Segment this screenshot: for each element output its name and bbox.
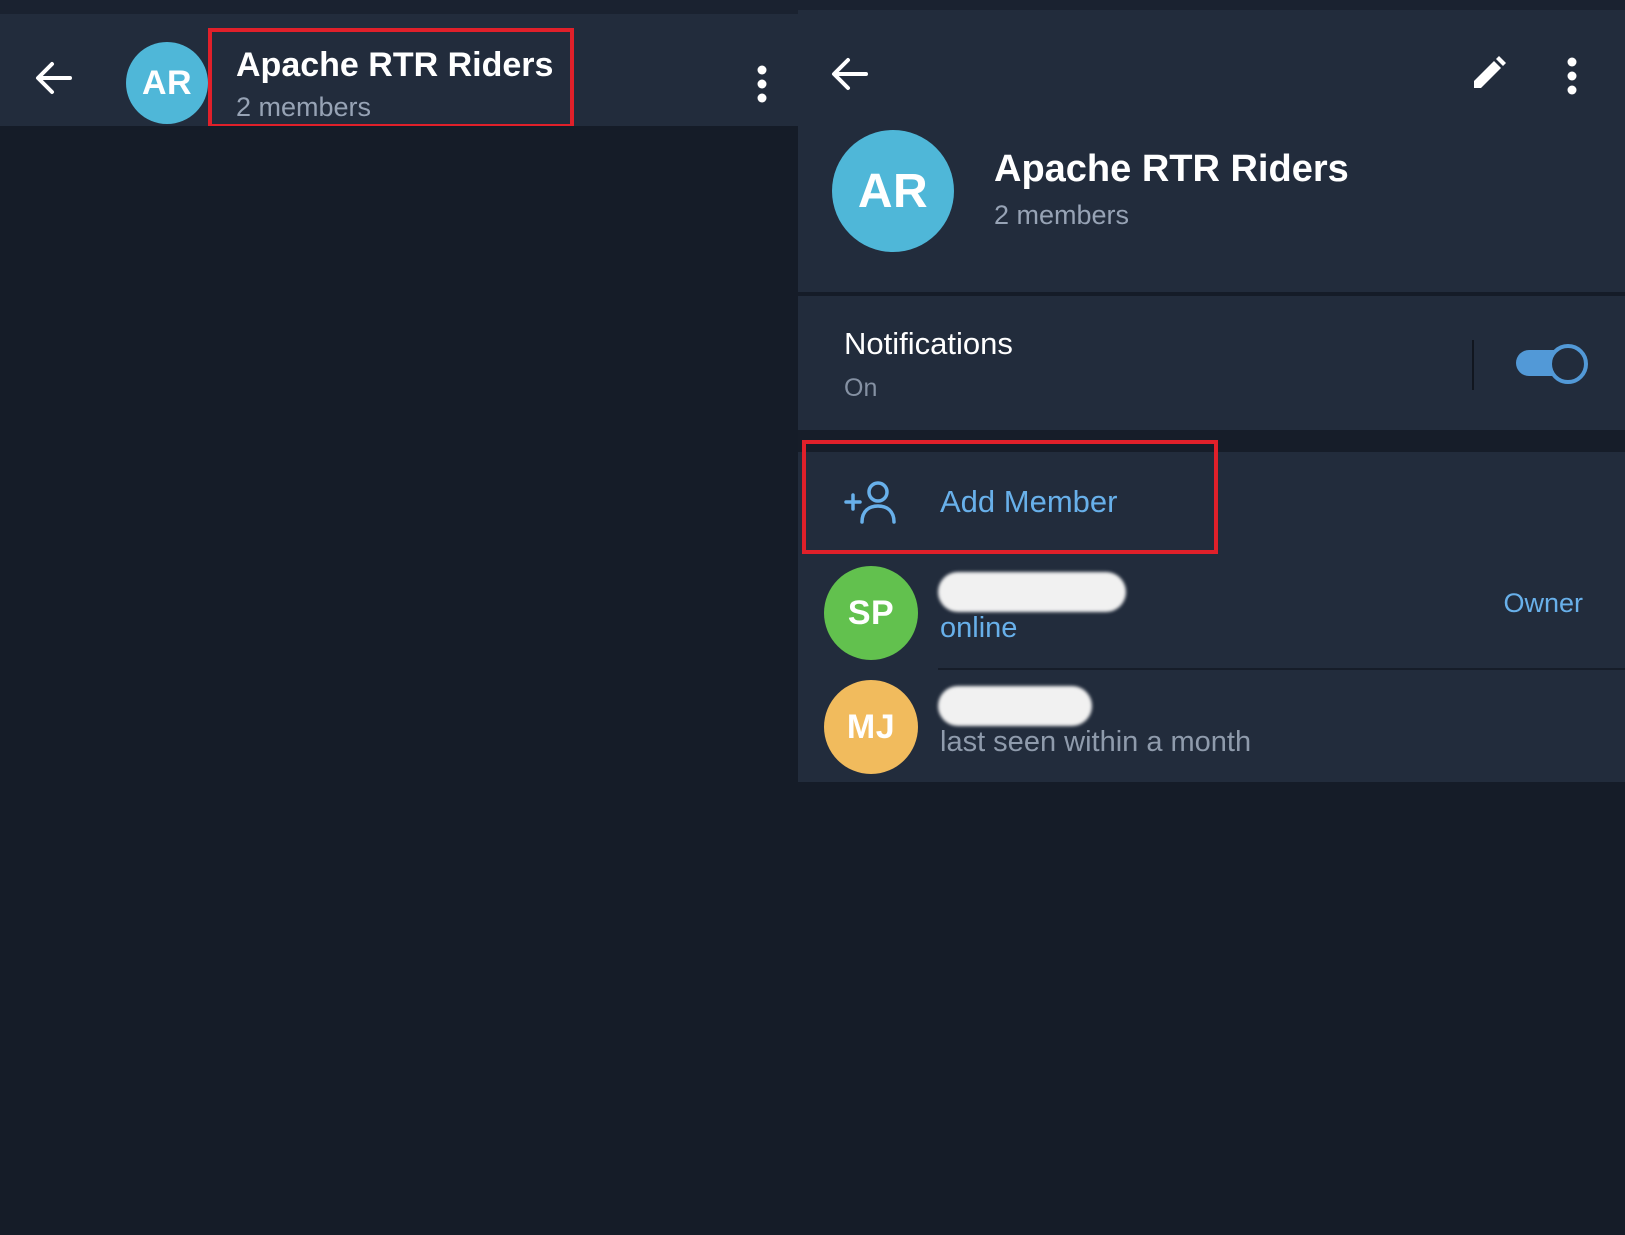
empty-area — [798, 782, 1625, 1235]
more-vertical-icon — [1567, 57, 1577, 95]
chat-screen: AR Apache RTR Riders 2 members — [0, 0, 798, 1235]
group-info-header: AR Apache RTR Riders 2 members — [798, 10, 1625, 292]
member-status: last seen within a month — [940, 726, 1252, 758]
add-member-button[interactable]: Add Member — [802, 440, 1218, 554]
members-section: Add Member SP online Owner MJ last seen … — [798, 440, 1625, 784]
member-name-redacted — [938, 686, 1092, 726]
arrow-left-icon — [832, 58, 868, 90]
notifications-toggle[interactable] — [1514, 342, 1588, 384]
notifications-divider — [1472, 340, 1474, 390]
member-initials: SP — [847, 593, 895, 632]
chat-title-area[interactable]: Apache RTR Riders 2 members — [208, 28, 574, 128]
group-menu-button[interactable] — [1550, 46, 1594, 106]
group-avatar-initials: AR — [141, 63, 193, 102]
toggle-knob — [1548, 344, 1588, 384]
pencil-icon — [1474, 56, 1506, 88]
chat-title: Apache RTR Riders — [236, 46, 554, 84]
member-row[interactable]: MJ last seen within a month — [798, 670, 1625, 784]
chat-message-area[interactable] — [0, 126, 798, 1235]
group-member-count: 2 members — [994, 200, 1130, 230]
group-avatar-large[interactable]: AR — [832, 130, 954, 252]
back-button[interactable] — [28, 52, 80, 104]
notifications-row[interactable]: Notifications On — [798, 296, 1625, 430]
more-vertical-icon — [757, 65, 767, 103]
group-info-screen: AR Apache RTR Riders 2 members Notificat… — [798, 0, 1625, 1235]
notifications-label: Notifications — [844, 326, 1013, 361]
chat-header: AR Apache RTR Riders 2 members — [0, 14, 798, 128]
member-name-redacted — [938, 572, 1126, 612]
add-member-label: Add Member — [940, 484, 1118, 519]
member-status: online — [940, 612, 1018, 644]
member-row[interactable]: SP online Owner — [798, 556, 1625, 670]
edit-group-button[interactable] — [1458, 46, 1518, 102]
member-avatar: MJ — [824, 680, 918, 774]
group-avatar[interactable]: AR — [126, 42, 208, 124]
chat-member-count: 2 members — [236, 92, 372, 122]
back-button[interactable] — [822, 46, 878, 102]
add-person-icon — [844, 481, 896, 524]
chat-menu-button[interactable] — [740, 56, 784, 112]
group-name: Apache RTR Riders — [994, 148, 1349, 190]
member-initials: MJ — [846, 707, 896, 746]
arrow-left-icon — [36, 62, 72, 94]
member-avatar: SP — [824, 566, 918, 660]
status-bar — [798, 0, 1625, 10]
notifications-status: On — [844, 374, 878, 402]
member-role-badge: Owner — [1503, 588, 1583, 618]
group-avatar-initials: AR — [857, 164, 929, 218]
status-bar — [0, 0, 798, 14]
